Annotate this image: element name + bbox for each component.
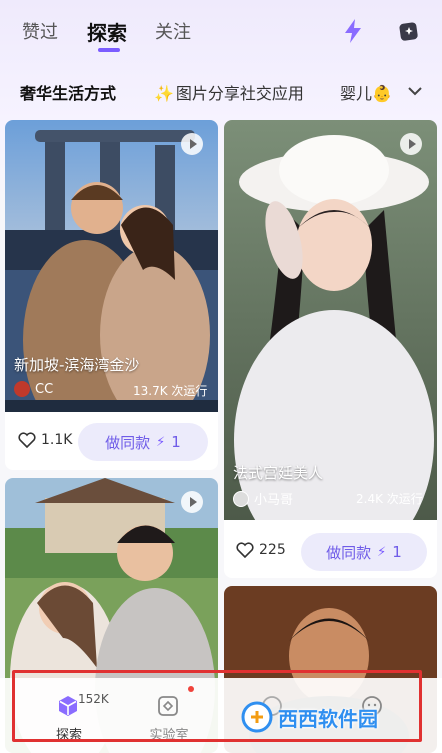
card-title: 法式宫廷美人: [233, 464, 324, 482]
nav-explore[interactable]: 152K 探索: [34, 684, 109, 744]
explore-count-badge: 152K: [78, 692, 109, 706]
make-same-button[interactable]: 做同款 ⚡ 1: [78, 423, 208, 461]
avatar: [233, 490, 249, 507]
video-play-icon: [400, 133, 422, 155]
heart-icon: [236, 542, 254, 558]
nav-lab-label: 实验室: [149, 728, 189, 743]
chevron-down-icon[interactable]: [406, 82, 424, 100]
active-tab-indicator: [98, 48, 120, 52]
watermark-text: 西西软件园: [278, 706, 378, 731]
watermark-logo-icon: [241, 701, 273, 733]
sparkle-icon: ✨: [154, 84, 174, 103]
make-same-label: 做同款: [105, 433, 151, 452]
feed-card[interactable]: 新加坡-滨海湾金沙 CC 13.7K 次运行 1.1K 做同款 ⚡ 1: [5, 120, 218, 470]
like-count-value: 225: [259, 542, 286, 558]
make-same-label: 做同款: [326, 543, 372, 562]
author-name: 小马哥: [254, 493, 294, 508]
card-author: 小马哥: [233, 489, 293, 508]
lightning-icon: ⚡: [377, 544, 387, 560]
author-name: CC: [35, 381, 54, 397]
like-count[interactable]: 1.1K: [18, 432, 72, 448]
nav-explore-label: 探索: [55, 728, 82, 743]
video-play-icon: [181, 491, 203, 513]
tab-liked[interactable]: 赞过: [22, 18, 58, 44]
lab-icon: [158, 696, 178, 716]
watermark: 西西软件园: [240, 700, 378, 734]
lightning-icon[interactable]: [338, 16, 368, 46]
top-bar: 赞过 探索 关注: [0, 0, 442, 64]
category-photo-sharing-label: 图片分享社交应用: [175, 84, 304, 103]
category-baby[interactable]: 婴儿👶: [340, 80, 392, 104]
category-photo-sharing[interactable]: ✨ 图片分享社交应用: [154, 80, 304, 104]
category-bar: 奢华生活方式 ✨ 图片分享社交应用 婴儿👶: [0, 68, 442, 112]
tab-following[interactable]: 关注: [155, 18, 191, 44]
video-play-icon: [181, 133, 203, 155]
card-title: 新加坡-滨海湾金沙: [14, 356, 140, 374]
card-author: CC: [14, 381, 53, 397]
lightning-icon: ⚡: [156, 434, 166, 450]
explore-cube-icon: [59, 696, 77, 716]
run-count: 2.4K 次运行: [356, 492, 423, 506]
feed-card[interactable]: 法式宫廷美人 小马哥 2.4K 次运行 225 做同款 ⚡ 1: [224, 120, 437, 578]
like-count[interactable]: 225: [236, 542, 286, 558]
avatar: [14, 381, 30, 397]
like-count-value: 1.1K: [41, 432, 73, 448]
notification-dot: [188, 686, 194, 692]
tab-explore[interactable]: 探索: [87, 17, 127, 46]
run-count: 13.7K 次运行: [133, 384, 208, 398]
card-image: [224, 120, 437, 520]
nav-lab[interactable]: 实验室: [134, 684, 204, 744]
cost-value: 1: [171, 433, 181, 451]
cost-value: 1: [392, 543, 402, 561]
category-luxury-lifestyle[interactable]: 奢华生活方式: [20, 80, 116, 104]
heart-icon: [18, 432, 36, 448]
sparkle-card-icon[interactable]: [394, 16, 424, 46]
make-same-button[interactable]: 做同款 ⚡ 1: [301, 533, 427, 571]
